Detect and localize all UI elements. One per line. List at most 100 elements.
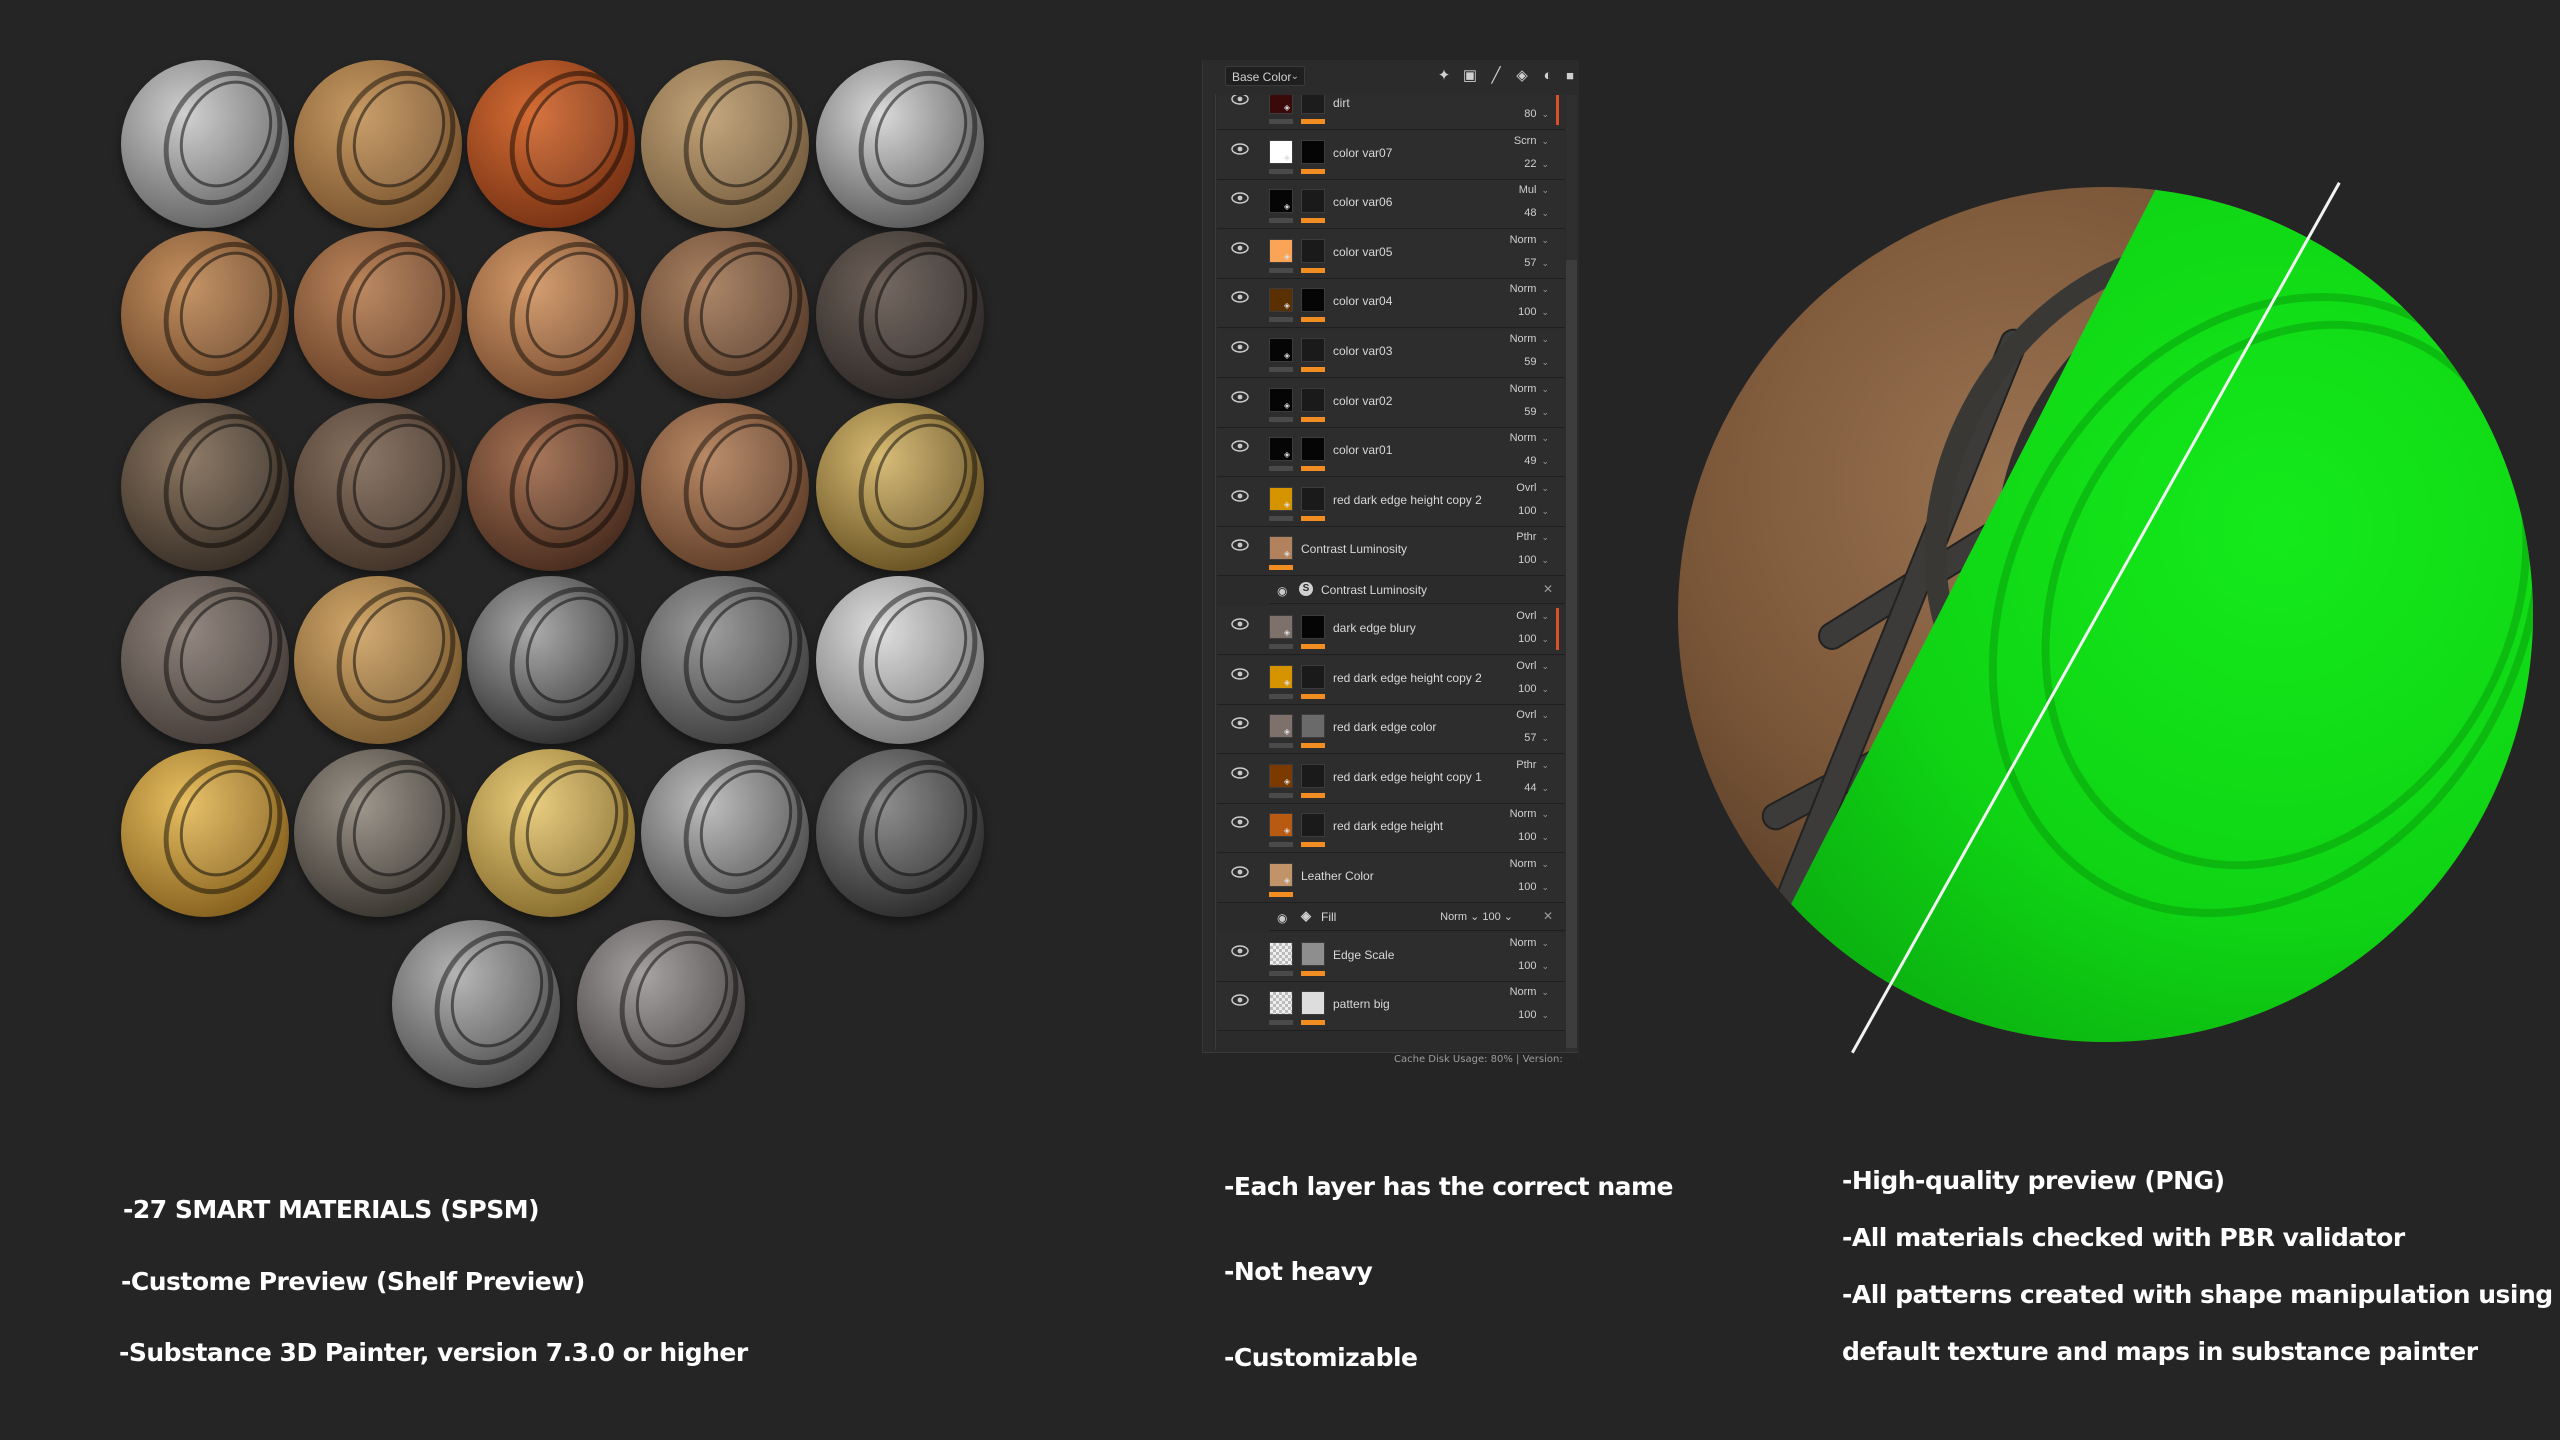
layer-row[interactable]: ◈ red dark edge color Ovrl ⌄ 57 ⌄ <box>1217 705 1565 755</box>
visibility-eye-icon[interactable] <box>1231 767 1249 779</box>
layer-name[interactable]: red dark edge height copy 2 <box>1333 493 1482 507</box>
layer-color-thumbnail[interactable]: ◈ <box>1269 486 1293 511</box>
visibility-eye-icon[interactable] <box>1231 816 1249 829</box>
blend-mode-dropdown[interactable]: Norm ⌄ <box>1510 383 1549 395</box>
layer-name[interactable]: color var04 <box>1333 294 1392 308</box>
layer-name[interactable]: red dark edge height copy 1 <box>1333 770 1482 784</box>
opacity-dropdown[interactable]: 59 ⌄ <box>1524 406 1549 418</box>
close-icon[interactable]: ✕ <box>1543 909 1553 923</box>
layer-row[interactable]: ◈ dark edge blury Ovrl ⌄ 100 ⌄ <box>1217 606 1565 655</box>
layer-color-thumbnail[interactable]: ◈ <box>1269 288 1293 313</box>
opacity-dropdown[interactable]: 100 ⌄ <box>1518 831 1549 843</box>
layer-row[interactable]: ◈ color var05 Norm ⌄ 57 ⌄ <box>1217 229 1565 279</box>
layer-row[interactable]: ◈ color var02 Norm ⌄ 59 ⌄ <box>1217 378 1565 428</box>
magic-wand-icon[interactable]: ✦ <box>1435 67 1453 85</box>
layer-scrollbar[interactable] <box>1566 95 1577 1053</box>
visibility-eye-icon[interactable] <box>1231 618 1249 630</box>
visibility-eye-icon[interactable] <box>1231 667 1249 680</box>
layer-row[interactable]: ◈ color var06 Mul ⌄ 48 ⌄ <box>1217 180 1565 230</box>
layer-color-thumbnail[interactable]: ◈ <box>1269 437 1293 462</box>
opacity-dropdown[interactable]: 100 ⌄ <box>1518 554 1549 566</box>
layer-mask-thumbnail[interactable] <box>1301 139 1325 164</box>
layer-color-thumbnail[interactable]: ◈ <box>1269 536 1293 561</box>
folder-icon[interactable]: ■ <box>1561 67 1579 85</box>
layer-mask-thumbnail[interactable] <box>1301 238 1325 263</box>
blend-mode-dropdown[interactable]: Ovrl⌄ <box>1516 482 1549 494</box>
blend-mode-dropdown[interactable]: Pthr ⌄ <box>1516 531 1549 543</box>
layer-color-thumbnail[interactable]: ◈ <box>1269 763 1293 788</box>
layer-name[interactable]: color var07 <box>1333 146 1392 160</box>
layer-mask-thumbnail[interactable] <box>1301 763 1325 788</box>
layer-row[interactable]: Edge Scale Norm ⌄ 100 ⌄ <box>1217 932 1565 982</box>
layer-color-thumbnail[interactable]: ◈ <box>1269 813 1293 838</box>
layer-name[interactable]: red dark edge height copy 2 <box>1333 671 1482 685</box>
layer-color-thumbnail[interactable]: ◈ <box>1269 238 1293 263</box>
layer-mask-thumbnail[interactable] <box>1301 664 1325 689</box>
layer-name[interactable]: red dark edge height <box>1333 819 1443 833</box>
blend-mode-dropdown[interactable]: Ovrl⌄ <box>1516 610 1549 622</box>
layer-name[interactable]: Edge Scale <box>1333 948 1394 962</box>
layer-mask-thumbnail[interactable] <box>1301 486 1325 511</box>
layer-mask-thumbnail[interactable] <box>1301 437 1325 462</box>
opacity-dropdown[interactable]: 22 ⌄ <box>1524 158 1549 170</box>
layer-row[interactable]: ◈ color var07 Scrn ⌄ 22 ⌄ <box>1217 130 1565 180</box>
layer-color-thumbnail[interactable] <box>1269 941 1293 966</box>
opacity-dropdown[interactable]: 100 ⌄ <box>1518 505 1549 517</box>
layer-row[interactable]: ◈ color var04 Norm ⌄ 100 ⌄ <box>1217 279 1565 329</box>
blend-mode-dropdown[interactable]: Norm ⌄ <box>1510 432 1549 444</box>
blend-mode-dropdown[interactable]: Norm ⌄ <box>1510 986 1549 998</box>
layer-mask-thumbnail[interactable] <box>1301 387 1325 412</box>
blend-mode-dropdown[interactable]: Mul ⌄ <box>1519 184 1549 196</box>
visibility-eye-icon[interactable] <box>1231 866 1249 878</box>
layer-color-thumbnail[interactable]: ◈ <box>1269 615 1293 639</box>
visibility-eye-icon[interactable] <box>1231 944 1249 957</box>
layer-name[interactable]: dark edge blury <box>1333 621 1416 635</box>
blend-mode-dropdown[interactable]: Norm ⌄ <box>1510 808 1549 820</box>
layer-row[interactable]: ◈ red dark edge height Norm ⌄ 100 ⌄ <box>1217 804 1565 854</box>
visibility-eye-icon[interactable] <box>1231 994 1249 1006</box>
channel-dropdown[interactable]: Base Color ⌄ <box>1225 66 1305 86</box>
layer-color-thumbnail[interactable]: ◈ <box>1269 189 1293 214</box>
layer-mask-thumbnail[interactable] <box>1301 95 1325 114</box>
visibility-eye-icon[interactable] <box>1231 490 1249 502</box>
layer-color-thumbnail[interactable]: ◈ <box>1269 664 1293 689</box>
layer-color-thumbnail[interactable]: ◈ <box>1269 863 1293 887</box>
close-icon[interactable]: ✕ <box>1543 582 1553 596</box>
layer-color-thumbnail[interactable]: ◈ <box>1269 139 1293 164</box>
layer-row[interactable]: ◈ red dark edge height copy 2 Ovrl ⌄ 100 ⌄ <box>1217 477 1565 527</box>
visibility-eye-icon[interactable] <box>1231 95 1249 105</box>
filter-effect-row[interactable]: ◉ S Contrast Luminosity ✕ <box>1269 576 1565 604</box>
layer-row[interactable]: ◈ red dark edge height copy 1 Pthr ⌄ 44 ⌄ <box>1217 754 1565 804</box>
layer-name[interactable]: color var02 <box>1333 394 1392 408</box>
layer-name[interactable]: color var03 <box>1333 344 1392 358</box>
blend-mode-dropdown[interactable]: Ovrl⌄ <box>1516 95 1549 97</box>
opacity-dropdown[interactable]: 44 ⌄ <box>1524 782 1549 794</box>
layer-name[interactable]: color var05 <box>1333 245 1392 259</box>
blend-mode-dropdown[interactable]: Norm ⌄ <box>1510 333 1549 345</box>
layer-color-thumbnail[interactable]: ◈ <box>1269 95 1293 114</box>
layer-mask-thumbnail[interactable] <box>1301 714 1325 739</box>
layer-mask-thumbnail[interactable] <box>1301 941 1325 966</box>
blend-mode-dropdown[interactable]: Norm ⌄ <box>1510 937 1549 949</box>
visibility-eye-icon[interactable] <box>1231 291 1249 304</box>
visibility-eye-icon[interactable] <box>1231 341 1249 353</box>
paint-brush-icon[interactable]: ╱ <box>1487 67 1505 85</box>
layer-row[interactable]: pattern big Norm ⌄ 100 ⌄ <box>1217 982 1565 1032</box>
blend-mode-dropdown[interactable]: Ovrl⌄ <box>1516 660 1549 672</box>
visibility-eye-icon[interactable] <box>1231 717 1249 729</box>
layer-name[interactable]: color var06 <box>1333 195 1392 209</box>
layer-color-thumbnail[interactable]: ◈ <box>1269 387 1293 412</box>
visibility-eye-icon[interactable] <box>1231 390 1249 403</box>
layer-mask-thumbnail[interactable] <box>1301 288 1325 313</box>
blend-mode-dropdown[interactable]: Norm ⌄ <box>1510 283 1549 295</box>
visibility-eye-icon[interactable]: ◉ <box>1277 911 1287 925</box>
layer-color-thumbnail[interactable] <box>1269 991 1293 1016</box>
layer-row[interactable]: ◈ dirt Ovrl⌄ 80⌄ <box>1217 95 1565 130</box>
layer-row[interactable]: ◈ color var01 Norm ⌄ 49 ⌄ <box>1217 428 1565 478</box>
visibility-eye-icon[interactable] <box>1231 192 1249 204</box>
opacity-dropdown[interactable]: 48 ⌄ <box>1524 207 1549 219</box>
opacity-dropdown[interactable]: 49 ⌄ <box>1524 455 1549 467</box>
layer-row[interactable]: ◈ Leather Color Norm ⌄ 100 ⌄ <box>1217 854 1565 903</box>
layer-name[interactable]: red dark edge color <box>1333 720 1436 734</box>
fill-bucket-icon[interactable]: ◈ <box>1513 67 1531 85</box>
